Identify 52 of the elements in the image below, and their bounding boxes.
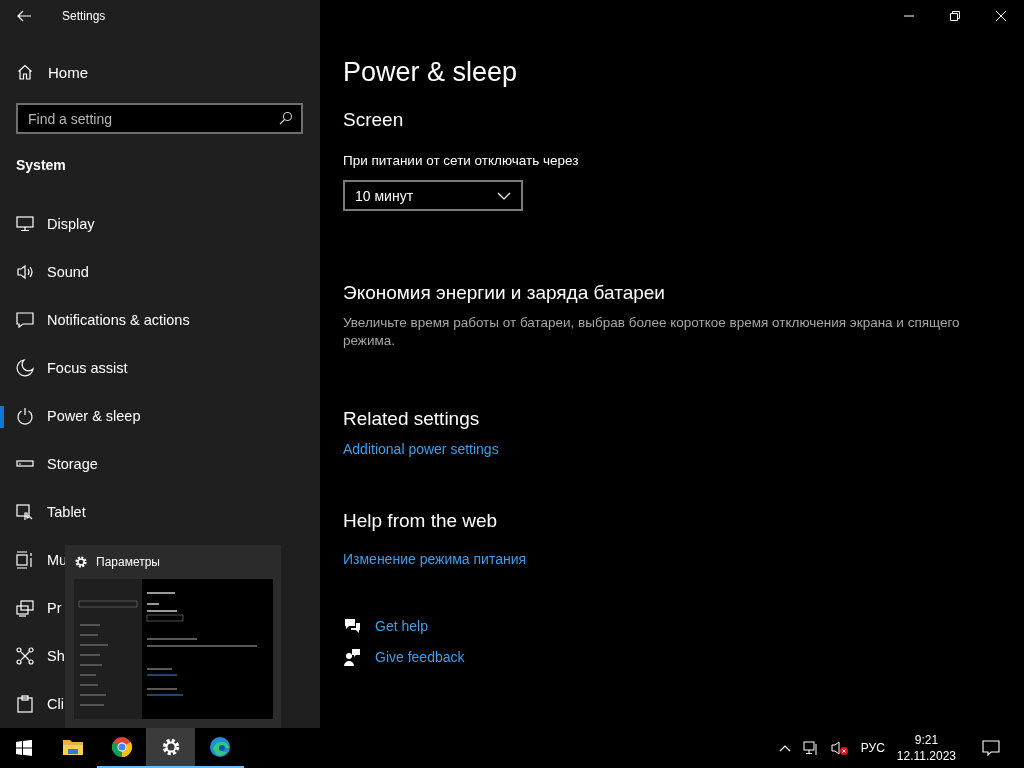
screens-icon bbox=[16, 599, 34, 617]
sidebar-item[interactable]: Storage bbox=[0, 440, 320, 488]
window-split-icon bbox=[16, 551, 34, 569]
preview-title: Параметры bbox=[96, 555, 160, 569]
restore-icon bbox=[950, 11, 960, 21]
sidebar-item[interactable]: Notifications & actions bbox=[0, 296, 320, 344]
gear-icon[interactable] bbox=[146, 728, 195, 768]
section-heading: Экономия энергии и заряда батареи bbox=[343, 281, 665, 305]
tablet-icon bbox=[16, 503, 34, 521]
action-link[interactable]: Get help bbox=[375, 616, 428, 636]
chevron-down-icon bbox=[497, 191, 511, 200]
message-icon bbox=[16, 311, 34, 329]
sidebar-item[interactable]: Sound bbox=[0, 248, 320, 296]
section-heading: Related settings bbox=[343, 407, 480, 431]
help-bubble-icon bbox=[343, 617, 361, 635]
volume-muted-icon[interactable] bbox=[830, 740, 849, 756]
window-title: Settings bbox=[62, 8, 106, 23]
section-heading: System bbox=[15, 156, 67, 175]
clock[interactable]: 9:21 12.11.2023 bbox=[896, 732, 956, 764]
windows-logo-icon bbox=[16, 740, 32, 756]
task-preview-popup[interactable]: Параметры bbox=[65, 545, 281, 728]
close-icon bbox=[996, 11, 1006, 21]
sidebar-item[interactable]: Power & sleep bbox=[0, 392, 320, 440]
sidebar-item[interactable]: Display bbox=[0, 200, 320, 248]
notification-icon[interactable] bbox=[982, 740, 1000, 756]
sidebar-item[interactable]: Tablet bbox=[0, 488, 320, 536]
sidebar-item[interactable]: Focus assist bbox=[0, 344, 320, 392]
action-link[interactable]: Give feedback bbox=[375, 647, 465, 667]
search-field[interactable]: Find a setting bbox=[16, 103, 303, 134]
nodes-icon bbox=[16, 647, 34, 665]
home-link[interactable]: Home bbox=[0, 52, 320, 92]
power-icon bbox=[16, 407, 34, 425]
speaker-icon bbox=[16, 263, 34, 281]
section-heading: Screen bbox=[343, 108, 404, 132]
description-text: Увеличьте время работы от батареи, выбрав более короткое время отключения экрана и спящего режима. bbox=[343, 314, 961, 350]
page-title: Power & sleep bbox=[343, 56, 518, 89]
power-settings-link[interactable]: Additional power settings bbox=[343, 439, 499, 459]
monitor-icon bbox=[16, 215, 34, 233]
section-heading: Help from the web bbox=[343, 509, 498, 533]
clipboard-icon bbox=[16, 695, 34, 713]
gear-icon bbox=[74, 555, 88, 569]
home-icon bbox=[17, 64, 33, 81]
timeout-dropdown[interactable]: 10 минут bbox=[343, 180, 523, 211]
moon-icon bbox=[16, 359, 34, 377]
help-link[interactable]: Изменение режима питания bbox=[343, 549, 527, 569]
chevron-up-icon[interactable] bbox=[778, 744, 791, 752]
network-icon[interactable] bbox=[802, 740, 819, 756]
language-indicator[interactable]: РУС bbox=[860, 741, 885, 755]
search-icon bbox=[279, 111, 293, 125]
back-arrow-icon[interactable] bbox=[17, 9, 31, 22]
field-label: При питании от сети отключать через bbox=[343, 152, 579, 170]
feedback-person-icon bbox=[343, 648, 361, 666]
